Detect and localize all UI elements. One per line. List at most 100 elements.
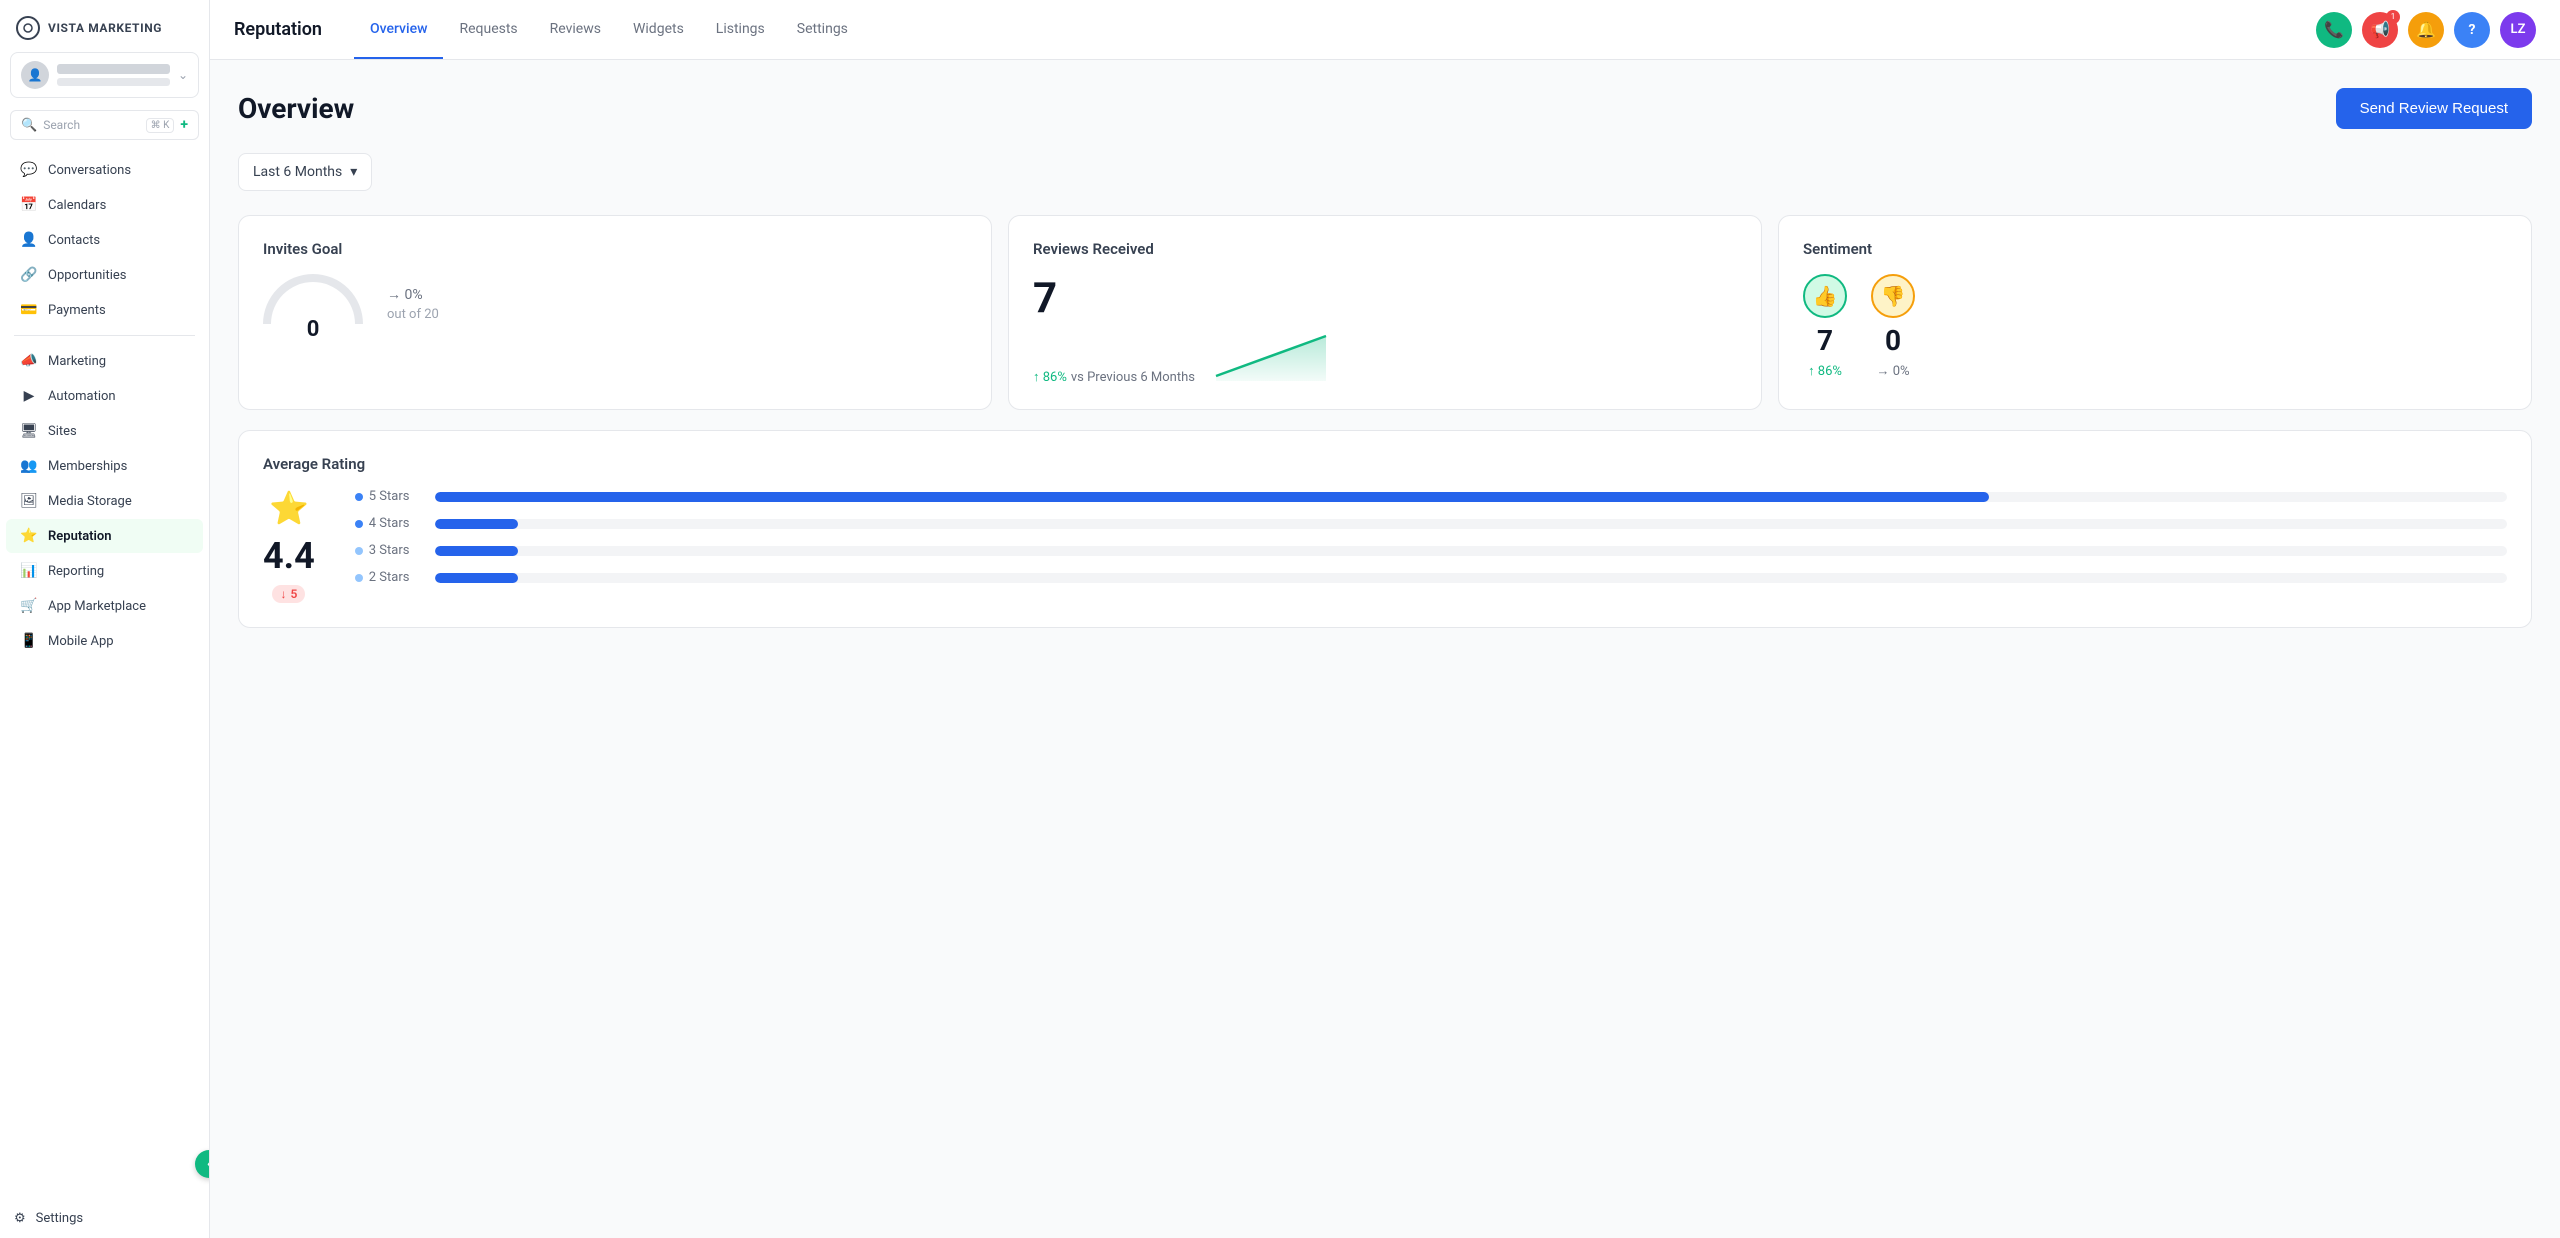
sidebar-item-settings[interactable]: ⚙ Settings [0, 1199, 209, 1238]
account-chevron-icon: ⌄ [178, 68, 188, 82]
user-avatar-button[interactable]: LZ [2500, 12, 2536, 48]
sidebar-item-reputation[interactable]: ⭐ Reputation [6, 519, 203, 553]
sidebar-item-mobile-app[interactable]: 📱 Mobile App [6, 624, 203, 658]
logo-text: VISTA MARKETING [48, 21, 162, 35]
sidebar-item-contacts[interactable]: 👤 Contacts [6, 223, 203, 257]
megaphone-button[interactable]: 📢 1 [2362, 12, 2398, 48]
logo-icon [16, 16, 40, 40]
rating-change-value: 5 [290, 587, 297, 601]
thumbs-up-icon: 👍 [1803, 274, 1847, 318]
bar-row-3stars: 3 Stars [355, 543, 2507, 558]
search-shortcut: ⌘ K [146, 118, 175, 133]
tab-reviews[interactable]: Reviews [534, 0, 617, 59]
sidebar-item-media-storage[interactable]: 🖼 Media Storage [6, 484, 203, 518]
star-icon: ⭐ [269, 489, 309, 527]
sidebar-item-conversations[interactable]: 💬 Conversations [6, 153, 203, 187]
settings-label: Settings [36, 1211, 83, 1226]
sidebar-item-calendars[interactable]: 📅 Calendars [6, 188, 203, 222]
rating-number: 4.4 [263, 535, 315, 577]
sidebar-item-memberships[interactable]: 👥 Memberships [6, 449, 203, 483]
sentiment-negative: 👎 0 → 0% [1871, 274, 1915, 379]
help-icon: ? [2469, 22, 2476, 38]
filter-chevron-icon: ▾ [350, 164, 357, 180]
sentiment-positive: 👍 7 ↑ 86% [1803, 274, 1847, 379]
positive-pct: ↑ 86% [1808, 363, 1842, 379]
payments-icon: 💳 [20, 302, 38, 318]
send-review-request-button[interactable]: Send Review Request [2336, 88, 2532, 129]
account-avatar: 👤 [21, 61, 49, 89]
reviews-sparkline [1211, 331, 1737, 385]
sidebar-item-marketing[interactable]: 📣 Marketing [6, 344, 203, 378]
bar-track-3stars [435, 546, 2507, 556]
mobile-app-icon: 📱 [20, 633, 38, 649]
invites-goal-card: Invites Goal 0 → 0% out of 20 [238, 215, 992, 410]
reviews-count: 7 [1033, 274, 1737, 323]
nav-divider [14, 335, 195, 336]
help-button[interactable]: ? [2454, 12, 2490, 48]
sidebar-item-payments[interactable]: 💳 Payments [6, 293, 203, 327]
average-rating-title: Average Rating [263, 455, 2507, 473]
topbar-actions: 📞 📢 1 🔔 ? LZ [2316, 12, 2536, 48]
sidebar-item-reporting[interactable]: 📊 Reporting [6, 554, 203, 588]
megaphone-badge: 1 [2386, 10, 2400, 24]
bar-dot-4stars [355, 520, 363, 528]
sidebar-item-label: App Marketplace [48, 599, 146, 614]
search-icon: 🔍 [21, 118, 37, 133]
tab-widgets[interactable]: Widgets [617, 0, 700, 59]
reviews-received-body: 7 ↑ 86% vs Previous 6 Months [1033, 274, 1737, 385]
tab-requests[interactable]: Requests [443, 0, 533, 59]
reviews-change-pct: ↑ 86% [1033, 369, 1067, 385]
tab-listings[interactable]: Listings [700, 0, 781, 59]
tab-settings[interactable]: Settings [781, 0, 864, 59]
phone-button[interactable]: 📞 [2316, 12, 2352, 48]
account-name [57, 64, 170, 74]
metrics-cards-row: Invites Goal 0 → 0% out of 20 Reviews Re… [238, 215, 2532, 410]
app-marketplace-icon: 🛒 [20, 598, 38, 614]
filter-label: Last 6 Months [253, 164, 342, 180]
thumbs-down-icon: 👎 [1871, 274, 1915, 318]
sidebar-nav: 💬 Conversations 📅 Calendars 👤 Contacts 🔗… [0, 152, 209, 1199]
gauge-value: 0 [307, 317, 320, 342]
sentiment-body: 👍 7 ↑ 86% 👎 0 → 0% [1803, 274, 2507, 379]
bell-button[interactable]: 🔔 [2408, 12, 2444, 48]
rating-change-badge: ↓ 5 [272, 585, 305, 603]
bar-label-2stars: 2 Stars [355, 570, 425, 585]
sidebar-item-label: Contacts [48, 233, 100, 248]
sidebar-item-label: Sites [48, 424, 77, 439]
bar-dot-3stars [355, 547, 363, 555]
collapse-icon: ‹ [207, 1156, 210, 1172]
sidebar-item-app-marketplace[interactable]: 🛒 App Marketplace [6, 589, 203, 623]
date-filter-dropdown[interactable]: Last 6 Months ▾ [238, 153, 372, 191]
sites-icon: 🖥 [20, 423, 38, 439]
sidebar-item-label: Opportunities [48, 268, 126, 283]
account-selector[interactable]: 👤 ⌄ [10, 52, 199, 98]
settings-icon: ⚙ [14, 1211, 26, 1226]
negative-count: 0 [1885, 324, 1901, 357]
sidebar-item-opportunities[interactable]: 🔗 Opportunities [6, 258, 203, 292]
down-arrow-icon: ↓ [280, 587, 286, 601]
sidebar-item-label: Automation [48, 389, 116, 404]
bar-fill-4stars [435, 519, 518, 529]
content-area: Overview Send Review Request Last 6 Mont… [210, 60, 2560, 1238]
account-sub [57, 78, 170, 86]
reputation-icon: ⭐ [20, 528, 38, 544]
bar-label-4stars: 4 Stars [355, 516, 425, 531]
reviews-received-card: Reviews Received 7 ↑ 86% vs Previous 6 M… [1008, 215, 1762, 410]
bar-row-5stars: 5 Stars [355, 489, 2507, 504]
bar-dot-2stars [355, 574, 363, 582]
rating-left: ⭐ 4.4 ↓ 5 [263, 489, 315, 603]
megaphone-icon: 📢 [2370, 20, 2390, 39]
search-label: Search [43, 118, 139, 132]
sidebar-item-label: Calendars [48, 198, 106, 213]
search-bar[interactable]: 🔍 Search ⌘ K + [10, 110, 199, 140]
sidebar-item-sites[interactable]: 🖥 Sites [6, 414, 203, 448]
sidebar-item-automation[interactable]: ▶ Automation [6, 379, 203, 413]
sentiment-title: Sentiment [1803, 240, 2507, 258]
phone-icon: 📞 [2324, 20, 2344, 39]
invites-out-of: out of 20 [387, 307, 439, 322]
main-area: Reputation Overview Requests Reviews Wid… [210, 0, 2560, 1238]
bar-track-5stars [435, 492, 2507, 502]
bar-label-3stars: 3 Stars [355, 543, 425, 558]
tab-overview[interactable]: Overview [354, 0, 443, 59]
sidebar-item-label: Reporting [48, 564, 104, 579]
